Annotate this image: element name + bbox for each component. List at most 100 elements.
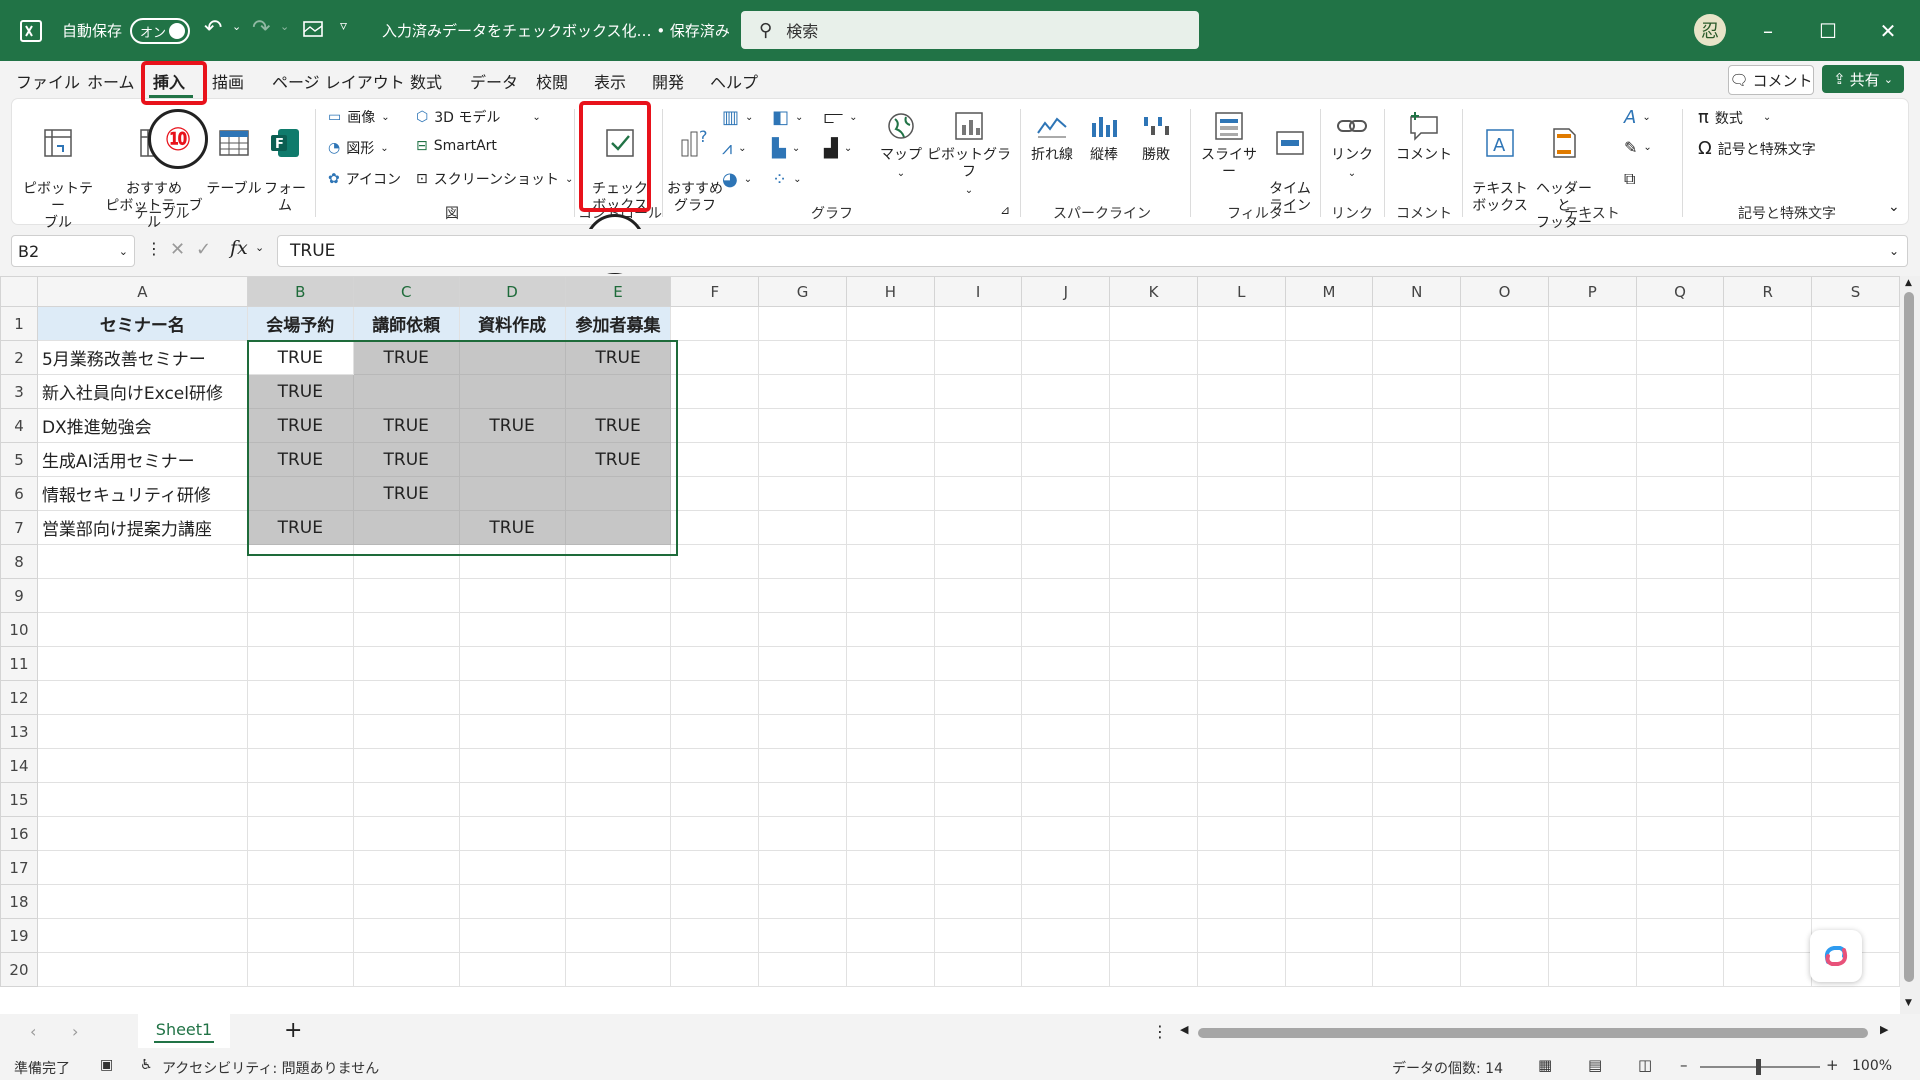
cell[interactable]: 資料作成 <box>458 306 566 341</box>
cell[interactable] <box>246 578 354 613</box>
cell[interactable] <box>564 612 672 647</box>
cell[interactable] <box>1811 374 1900 409</box>
column-header[interactable]: G <box>758 276 847 307</box>
cell[interactable] <box>1284 544 1374 579</box>
cell[interactable] <box>1109 714 1198 749</box>
cell[interactable] <box>845 714 935 749</box>
cell[interactable] <box>1284 612 1374 647</box>
cell[interactable] <box>1196 544 1286 579</box>
column-header[interactable]: L <box>1196 276 1286 307</box>
cell[interactable] <box>758 714 847 749</box>
row-header[interactable]: 5 <box>0 442 38 477</box>
row-header[interactable]: 7 <box>0 510 38 545</box>
comments-button[interactable]: 🗨 コメント <box>1728 65 1814 95</box>
cell[interactable] <box>352 510 460 545</box>
cell[interactable] <box>845 510 935 545</box>
cell[interactable] <box>1723 442 1813 477</box>
row-header[interactable]: 11 <box>0 646 38 681</box>
cell[interactable] <box>758 952 847 987</box>
cell[interactable] <box>1811 782 1900 817</box>
cell[interactable] <box>758 612 847 647</box>
cell[interactable] <box>352 374 460 409</box>
cell[interactable]: TRUE <box>246 408 354 443</box>
row-header[interactable]: 3 <box>0 374 38 409</box>
cell[interactable] <box>1547 544 1637 579</box>
textbox-button[interactable]: A テキスト ボックス <box>1470 109 1530 215</box>
tab-data[interactable]: データ <box>470 69 518 93</box>
cell[interactable] <box>758 850 847 885</box>
cell[interactable] <box>352 884 460 919</box>
cell[interactable] <box>1109 646 1198 681</box>
cell[interactable] <box>758 306 847 341</box>
cell[interactable] <box>1021 850 1111 885</box>
cell[interactable] <box>1021 952 1111 987</box>
cell[interactable] <box>1723 816 1813 851</box>
cell[interactable] <box>1460 408 1549 443</box>
column-header[interactable]: P <box>1547 276 1637 307</box>
cell[interactable] <box>670 816 760 851</box>
cell[interactable] <box>1372 816 1462 851</box>
cell[interactable] <box>1284 918 1374 953</box>
cell[interactable] <box>1635 544 1725 579</box>
cell[interactable] <box>36 782 248 817</box>
cell[interactable] <box>1811 816 1900 851</box>
cell[interactable] <box>36 884 248 919</box>
user-avatar[interactable]: 忍 <box>1694 14 1726 46</box>
cell[interactable] <box>1811 884 1900 919</box>
cell[interactable] <box>458 442 566 477</box>
cell[interactable] <box>933 850 1023 885</box>
cell[interactable] <box>1811 476 1900 511</box>
column-header[interactable]: H <box>845 276 935 307</box>
cell[interactable] <box>758 782 847 817</box>
cell[interactable] <box>845 748 935 783</box>
pie-chart-button[interactable]: ◕ ⌄ <box>722 169 752 190</box>
cell[interactable] <box>352 782 460 817</box>
cell[interactable] <box>1723 374 1813 409</box>
insert-function-icon[interactable]: fx <box>230 237 248 259</box>
row-header[interactable]: 6 <box>0 476 38 511</box>
cell[interactable] <box>1196 782 1286 817</box>
cell[interactable] <box>1723 612 1813 647</box>
cell[interactable] <box>1109 850 1198 885</box>
cell[interactable] <box>1635 680 1725 715</box>
macro-record-icon[interactable]: ▣ <box>100 1057 113 1073</box>
tab-file[interactable]: ファイル <box>16 69 80 93</box>
cell[interactable] <box>1811 714 1900 749</box>
cell[interactable] <box>670 374 760 409</box>
cell[interactable] <box>564 544 672 579</box>
cell[interactable] <box>845 340 935 375</box>
cell[interactable] <box>1811 408 1900 443</box>
cell[interactable] <box>1021 408 1111 443</box>
cell[interactable] <box>1021 680 1111 715</box>
cell[interactable] <box>1372 952 1462 987</box>
cell[interactable] <box>1635 510 1725 545</box>
timeline-button[interactable]: タイム ライン <box>1266 109 1314 215</box>
cell[interactable] <box>1635 748 1725 783</box>
cell[interactable] <box>1547 850 1637 885</box>
cell[interactable] <box>1196 646 1286 681</box>
cell[interactable]: TRUE <box>246 374 354 409</box>
cell[interactable] <box>933 816 1023 851</box>
tab-draw[interactable]: 描画 <box>212 69 244 93</box>
cell[interactable] <box>1021 306 1111 341</box>
cell[interactable] <box>1196 374 1286 409</box>
tab-home[interactable]: ホーム <box>87 69 135 93</box>
undo-dropdown-icon[interactable]: ⌄ <box>232 20 241 33</box>
cell[interactable] <box>564 578 672 613</box>
cell[interactable] <box>352 918 460 953</box>
cell[interactable] <box>933 408 1023 443</box>
cell[interactable] <box>933 374 1023 409</box>
accessibility-status[interactable]: アクセシビリティ: 問題ありません <box>162 1058 379 1078</box>
cell[interactable] <box>564 748 672 783</box>
cell[interactable] <box>564 884 672 919</box>
cell[interactable] <box>1109 748 1198 783</box>
column-header[interactable]: D <box>458 276 566 307</box>
cell[interactable]: TRUE <box>352 340 460 375</box>
close-icon[interactable]: ✕ <box>1858 0 1918 61</box>
cell[interactable] <box>246 544 354 579</box>
column-header[interactable]: M <box>1284 276 1374 307</box>
cell[interactable]: 新入社員向けExcel研修 <box>36 374 248 409</box>
row-header[interactable]: 19 <box>0 918 38 953</box>
waterfall-chart-button[interactable]: ⫍ ⌄ <box>824 107 858 128</box>
cell[interactable] <box>1109 408 1198 443</box>
